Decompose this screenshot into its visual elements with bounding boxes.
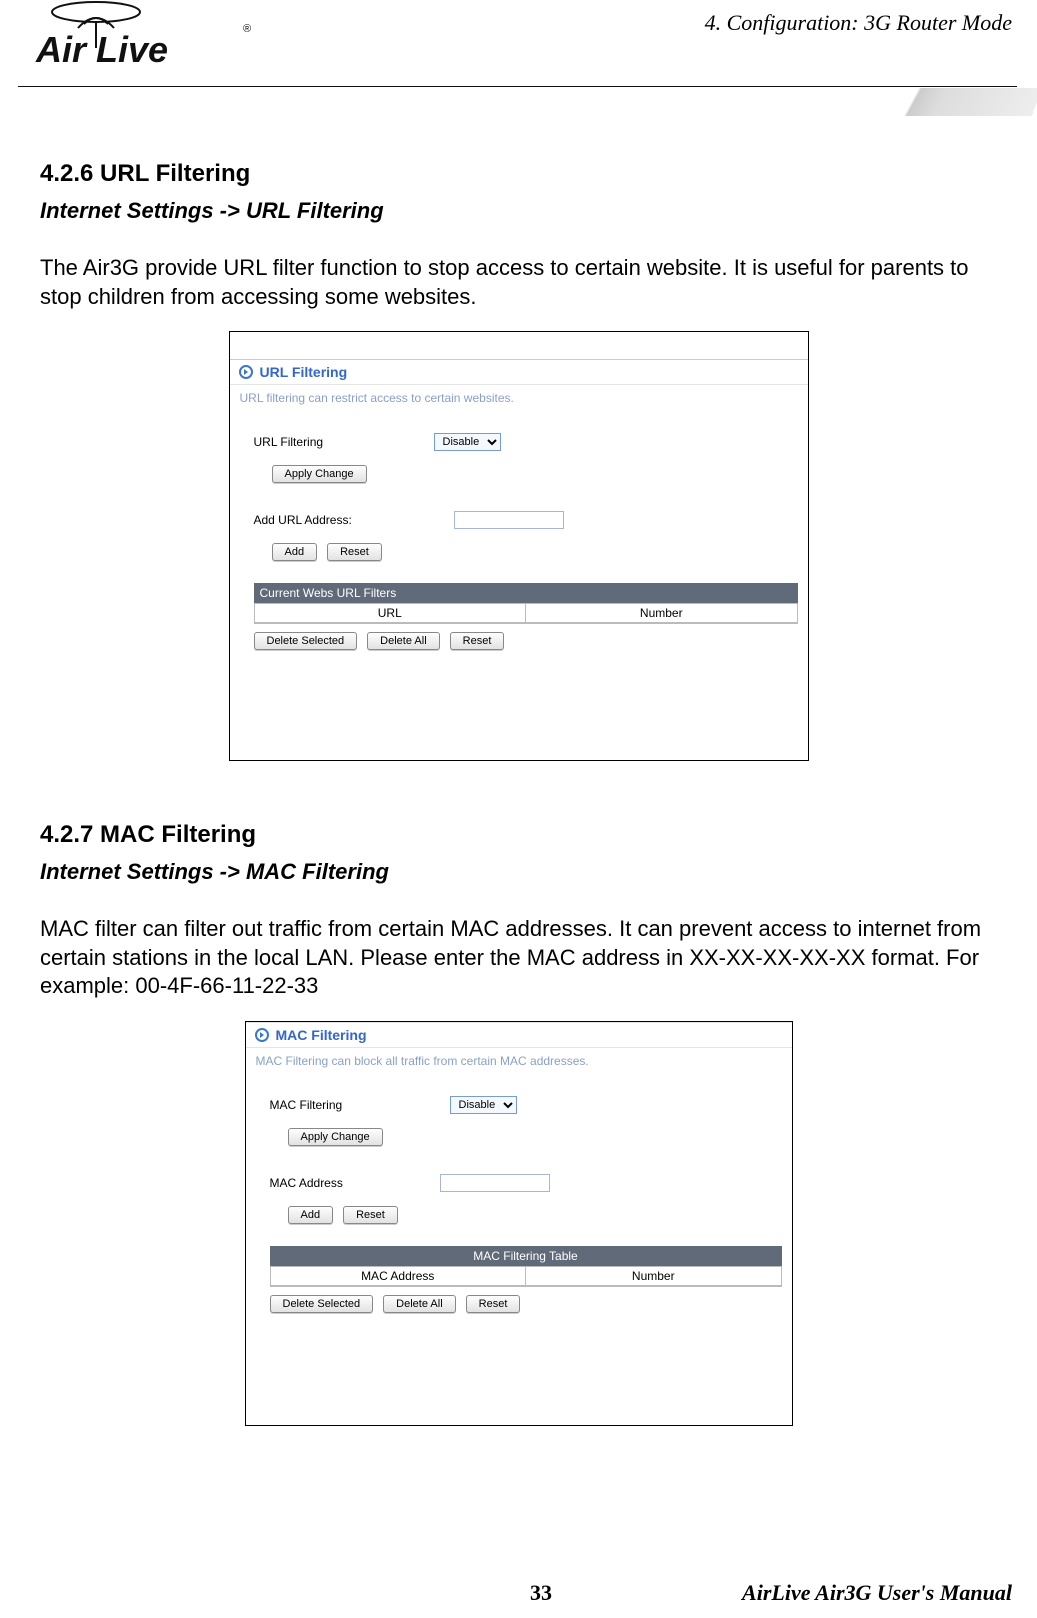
arrow-icon bbox=[254, 1027, 270, 1043]
url-table-columns: URL Number bbox=[254, 603, 798, 624]
panel-header-url: URL Filtering bbox=[230, 360, 808, 385]
delete-selected-button[interactable]: Delete Selected bbox=[270, 1295, 374, 1313]
add-button[interactable]: Add bbox=[272, 543, 318, 561]
col-number: Number bbox=[526, 604, 797, 623]
add-url-label: Add URL Address: bbox=[254, 513, 454, 527]
logo: Air Live ® bbox=[18, 0, 258, 83]
mac-address-input[interactable] bbox=[440, 1174, 550, 1192]
mac-filtering-label: MAC Filtering bbox=[270, 1098, 450, 1112]
url-filtering-label: URL Filtering bbox=[254, 435, 434, 449]
svg-text:Air Live: Air Live bbox=[35, 29, 168, 70]
add-url-input[interactable] bbox=[454, 511, 564, 529]
svg-text:®: ® bbox=[243, 23, 251, 35]
arrow-icon bbox=[238, 364, 254, 380]
delete-all-button[interactable]: Delete All bbox=[383, 1295, 455, 1313]
mac-filtering-select[interactable]: Disable bbox=[450, 1096, 517, 1114]
delete-selected-button[interactable]: Delete Selected bbox=[254, 632, 358, 650]
mac-table-header: MAC Filtering Table bbox=[270, 1246, 782, 1266]
manual-title: AirLive Air3G User's Manual bbox=[742, 1580, 1012, 1606]
section-heading-url: 4.2.6 URL Filtering bbox=[40, 160, 997, 188]
panel-subtitle-url: URL filtering can restrict access to cer… bbox=[230, 385, 808, 419]
breadcrumb-mac: Internet Settings -> MAC Filtering bbox=[40, 859, 997, 885]
page-header: Air Live ® 4. Configuration: 3G Router M… bbox=[0, 0, 1037, 110]
page-footer: 33 AirLive Air3G User's Manual bbox=[0, 1580, 1012, 1606]
header-shadow bbox=[752, 88, 1037, 116]
reset-table-button[interactable]: Reset bbox=[466, 1295, 521, 1313]
col-number: Number bbox=[526, 1267, 781, 1286]
mac-address-label: MAC Address bbox=[270, 1176, 440, 1190]
reset-button[interactable]: Reset bbox=[343, 1206, 398, 1224]
screenshot-mac-filtering: MAC Filtering MAC Filtering can block al… bbox=[40, 1021, 997, 1426]
apply-change-button[interactable]: Apply Change bbox=[288, 1128, 383, 1146]
main-content: 4.2.6 URL Filtering Internet Settings ->… bbox=[0, 160, 1037, 1426]
mac-table-columns: MAC Address Number bbox=[270, 1266, 782, 1287]
panel-header-mac: MAC Filtering bbox=[246, 1022, 792, 1048]
breadcrumb-url: Internet Settings -> URL Filtering bbox=[40, 198, 997, 224]
delete-all-button[interactable]: Delete All bbox=[367, 632, 439, 650]
desc-url: The Air3G provide URL filter function to… bbox=[40, 254, 997, 311]
panel-title: URL Filtering bbox=[260, 364, 348, 380]
page-number: 33 bbox=[530, 1580, 552, 1606]
screenshot-url-filtering: URL Filtering URL filtering can restrict… bbox=[40, 331, 997, 761]
apply-change-button[interactable]: Apply Change bbox=[272, 465, 367, 483]
col-mac: MAC Address bbox=[271, 1267, 527, 1286]
url-table-header: Current Webs URL Filters bbox=[254, 583, 798, 603]
reset-button[interactable]: Reset bbox=[327, 543, 382, 561]
col-url: URL bbox=[255, 604, 527, 623]
header-divider bbox=[18, 86, 1017, 87]
chapter-title: 4. Configuration: 3G Router Mode bbox=[705, 10, 1012, 36]
add-button[interactable]: Add bbox=[288, 1206, 334, 1224]
reset-table-button[interactable]: Reset bbox=[450, 632, 505, 650]
url-filtering-select[interactable]: Disable bbox=[434, 433, 501, 451]
panel-title: MAC Filtering bbox=[276, 1027, 367, 1043]
desc-mac: MAC filter can filter out traffic from c… bbox=[40, 915, 997, 1001]
section-heading-mac: 4.2.7 MAC Filtering bbox=[40, 821, 997, 849]
panel-subtitle-mac: MAC Filtering can block all traffic from… bbox=[246, 1048, 792, 1082]
